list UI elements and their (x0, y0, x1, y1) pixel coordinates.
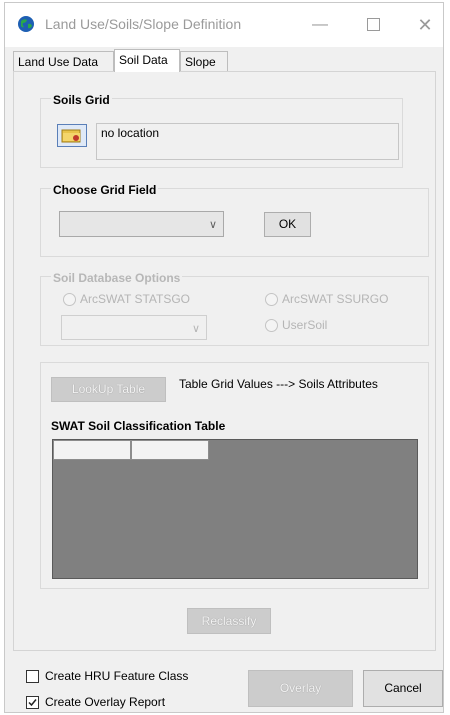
open-soils-grid-button[interactable] (57, 124, 87, 147)
ssurgo-radio[interactable] (265, 293, 278, 306)
table-header-cell[interactable] (131, 440, 209, 460)
tab-slope[interactable]: Slope (180, 51, 228, 71)
soils-grid-title: Soils Grid (51, 93, 112, 107)
grid-field-select[interactable]: ∨ (59, 211, 224, 237)
ok-button[interactable]: OK (264, 212, 311, 237)
close-icon: ✕ (417, 15, 433, 35)
statsgo-radio[interactable] (63, 293, 76, 306)
location-text: no location (101, 126, 160, 140)
chevron-down-icon: ∨ (208, 219, 217, 231)
create-overlay-checkbox[interactable] (26, 696, 39, 709)
lookup-group: LookUp Table Table Grid Values ---> Soil… (40, 362, 429, 589)
soils-grid-location: no location (96, 123, 399, 160)
minimize-icon: — (312, 16, 328, 33)
close-button[interactable]: ✕ (410, 11, 440, 39)
soil-data-panel: Soils Grid no location Choose Grid Field… (13, 71, 436, 651)
reclassify-button[interactable]: Reclassify (187, 608, 271, 634)
soil-db-options-title: Soil Database Options (51, 271, 183, 285)
soil-db-options-group: Soil Database Options ArcSWAT STATSGO Ar… (40, 271, 429, 346)
folder-open-icon (61, 129, 81, 143)
maximize-button[interactable] (358, 11, 388, 39)
choose-grid-field-title: Choose Grid Field (51, 183, 159, 197)
classification-table[interactable] (52, 439, 418, 579)
soil-db-select[interactable]: ∨ (61, 315, 207, 340)
lookup-table-button[interactable]: LookUp Table (51, 377, 166, 402)
globe-icon (18, 16, 34, 32)
table-header-cell[interactable] (53, 440, 131, 460)
lookup-description: Table Grid Values ---> Soils Attributes (179, 377, 378, 391)
soils-grid-group: Soils Grid no location (40, 93, 403, 168)
create-hru-checkbox[interactable] (26, 670, 39, 683)
dialog-window: Land Use/Soils/Slope Definition — ✕ Land… (4, 2, 444, 713)
statsgo-label: ArcSWAT STATSGO (80, 292, 191, 306)
tab-soil-data[interactable]: Soil Data (114, 49, 180, 72)
title-bar[interactable]: Land Use/Soils/Slope Definition — ✕ (5, 3, 443, 47)
overlay-button[interactable]: Overlay (248, 670, 353, 707)
usersoil-radio[interactable] (265, 319, 278, 332)
choose-grid-field-group: Choose Grid Field ∨ OK (40, 183, 429, 257)
create-overlay-label: Create Overlay Report (45, 695, 166, 709)
minimize-button[interactable]: — (305, 11, 335, 39)
ssurgo-label: ArcSWAT SSURGO (282, 292, 389, 306)
tab-land-use-data[interactable]: Land Use Data (13, 51, 114, 71)
maximize-icon (366, 18, 380, 32)
checkmark-icon (28, 699, 37, 707)
usersoil-label: UserSoil (282, 318, 328, 332)
classification-table-title: SWAT Soil Classification Table (51, 419, 226, 433)
cancel-button[interactable]: Cancel (363, 670, 443, 707)
chevron-down-icon: ∨ (191, 323, 200, 335)
window-title: Land Use/Soils/Slope Definition (45, 16, 242, 32)
create-hru-label: Create HRU Feature Class (45, 669, 189, 683)
